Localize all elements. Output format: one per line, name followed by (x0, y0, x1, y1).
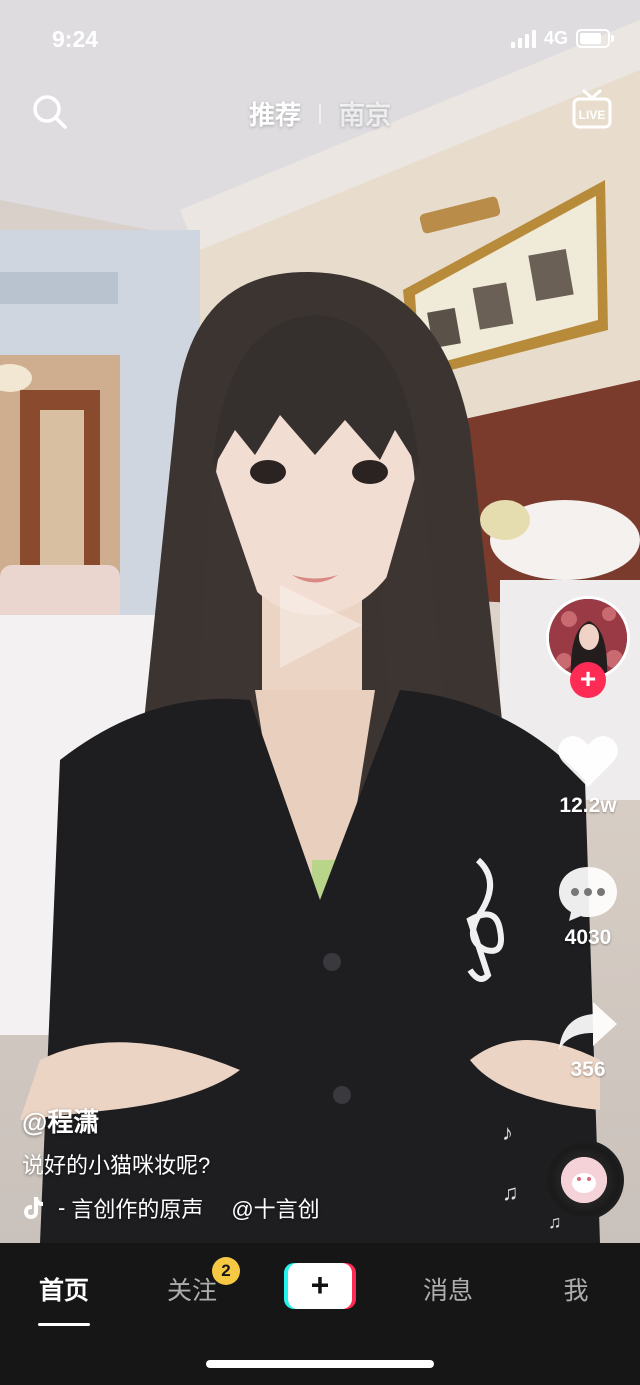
share-button[interactable]: 356 (548, 994, 628, 1082)
network-label: 4G (543, 28, 568, 48)
music-note-icon: ♫ (502, 1180, 519, 1205)
live-tv-icon[interactable]: LIVE (572, 88, 612, 130)
share-count: 356 (570, 1058, 606, 1081)
tab-divider (319, 103, 321, 124)
status-indicators: 4G (510, 28, 614, 49)
like-count: 12.2w (559, 794, 617, 817)
top-tabs: 推荐 南京 (0, 95, 640, 132)
marquee-dash: - (58, 1195, 66, 1220)
video-description: 说好的小猫咪妆呢? (22, 1153, 211, 1178)
music-note-icon: ♪ (502, 1120, 513, 1145)
plus-icon: + (288, 1263, 352, 1309)
comment-icon (559, 867, 617, 921)
active-tab-indicator (38, 1323, 90, 1326)
tab-home[interactable]: 首页 (0, 1271, 128, 1307)
music-info[interactable]: - 言创作的原声 @十言创 (22, 1192, 352, 1224)
music-author: @十言创 (231, 1197, 320, 1222)
music-note-icon: ♫ (548, 1212, 562, 1232)
following-badge: 2 (212, 1257, 240, 1285)
battery-icon (576, 29, 614, 48)
share-icon (559, 1002, 617, 1050)
status-time: 9:24 (52, 26, 99, 52)
home-indicator[interactable] (206, 1360, 434, 1368)
like-button[interactable]: 12.2w (548, 730, 628, 818)
tab-local-city[interactable]: 南京 (339, 95, 391, 132)
tab-messages[interactable]: 消息 (384, 1271, 512, 1307)
video-player[interactable] (0, 0, 640, 1243)
follow-button[interactable]: + (570, 662, 606, 698)
comment-button[interactable]: 4030 (548, 862, 628, 950)
create-button[interactable]: + (284, 1263, 356, 1309)
live-label: LIVE (579, 108, 606, 122)
music-title: 言创作的原声 (71, 1197, 204, 1222)
app-screen: 9:24 4G 推荐 南京 LIVE + 12.2w 4030 356 ♪ ♫ … (0, 0, 640, 1385)
signal-icon (510, 29, 536, 48)
music-disc[interactable] (544, 1140, 624, 1220)
tab-recommend[interactable]: 推荐 (249, 95, 301, 132)
tiktok-music-icon (24, 1197, 43, 1219)
heart-icon (558, 736, 618, 787)
tab-me[interactable]: 我 (512, 1271, 640, 1307)
author-username[interactable]: @程潇 (22, 1102, 99, 1139)
video-frame (0, 0, 640, 1243)
music-cover-image (561, 1157, 607, 1203)
comment-count: 4030 (564, 926, 612, 949)
